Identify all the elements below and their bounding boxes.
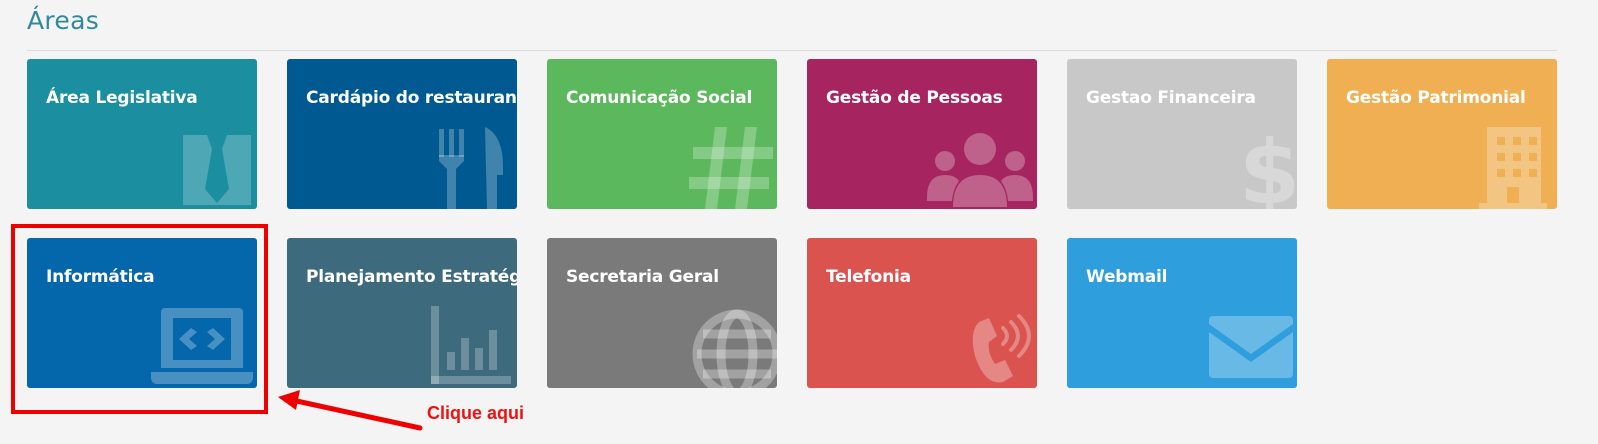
tile-area-legislativa[interactable]: Área Legislativa: [27, 59, 257, 209]
tile-label: Secretaria Geral: [566, 267, 719, 287]
tile-webmail[interactable]: Webmail: [1067, 238, 1297, 388]
users-icon: [927, 109, 1037, 209]
tile-secretaria-geral[interactable]: Secretaria Geral: [547, 238, 777, 388]
dollar-icon: $: [1187, 109, 1297, 209]
building-icon: [1447, 109, 1557, 209]
arrow-icon: [278, 390, 423, 431]
phone-volume-icon: [927, 288, 1037, 388]
tile-label: Área Legislativa: [46, 88, 198, 108]
hashtag-icon: [667, 109, 777, 209]
envelope-icon: [1187, 288, 1297, 388]
tile-label: Gestao Financeira: [1086, 88, 1256, 108]
globe-icon: [667, 288, 777, 388]
highlight-box: [11, 224, 268, 414]
annotation-text: Clique aqui: [427, 403, 525, 423]
tile-label: Planejamento Estratégico: [306, 267, 517, 287]
tile-label: Webmail: [1086, 267, 1168, 287]
bar-chart-icon: [407, 288, 517, 388]
tile-gestao-patrimonial[interactable]: Gestão Patrimonial: [1327, 59, 1557, 209]
tile-label: Comunicação Social: [566, 88, 753, 108]
tile-planejamento-estrategico[interactable]: Planejamento Estratégico: [287, 238, 517, 388]
tile-comunicacao-social[interactable]: Comunicação Social: [547, 59, 777, 209]
section-divider: [27, 50, 1557, 51]
tie-icon: [147, 109, 257, 209]
fork-knife-icon: [407, 109, 517, 209]
tile-gestao-financeira[interactable]: Gestao Financeira $: [1067, 59, 1297, 209]
tile-label: Gestão Patrimonial: [1346, 88, 1526, 108]
tile-label: Cardápio do restaurante: [306, 88, 517, 108]
tile-gestao-pessoas[interactable]: Gestão de Pessoas: [807, 59, 1037, 209]
tile-telefonia[interactable]: Telefonia: [807, 238, 1037, 388]
tile-label: Gestão de Pessoas: [826, 88, 1003, 108]
tile-label: Telefonia: [826, 267, 911, 287]
section-title: Áreas: [27, 6, 100, 35]
svg-text:$: $: [1239, 121, 1297, 209]
tile-cardapio-restaurante[interactable]: Cardápio do restaurante: [287, 59, 517, 209]
